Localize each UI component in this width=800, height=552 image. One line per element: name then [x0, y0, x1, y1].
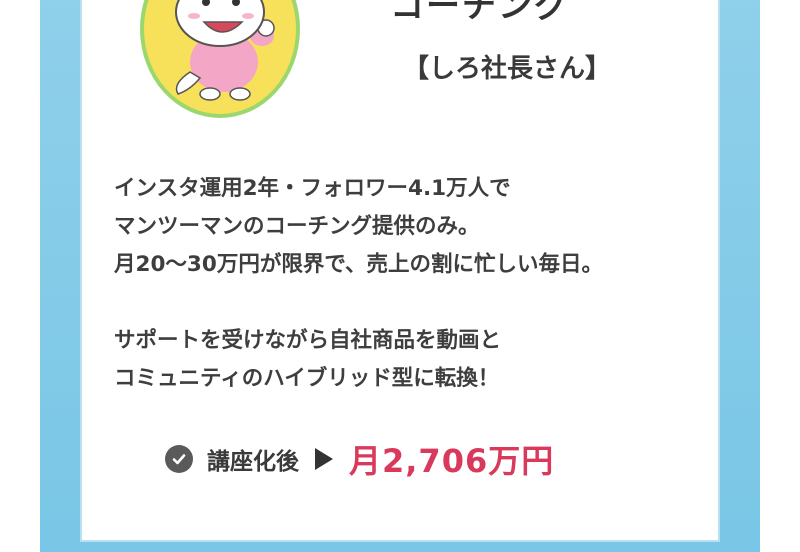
triangle-right-icon — [315, 448, 333, 470]
description-line: コミュニティのハイブリッド型に転換！ — [114, 366, 500, 391]
description-line: サポートを受けながら自社商品を動画と — [114, 328, 502, 353]
case-description: インスタ運用2年・フォロワー4.1万人で マンツーマンのコーチング提供のみ。 月… — [114, 170, 714, 398]
description-line: インスタ運用2年・フォロワー4.1万人で — [114, 176, 511, 201]
result-label: 講座化後 — [207, 449, 299, 475]
client-name: 【しろ社長さん】 — [403, 54, 612, 84]
result-row: 講座化後 月2,706万円 — [165, 436, 554, 482]
description-line: マンツーマンのコーチング提供のみ。 — [114, 214, 480, 239]
page-title: コーチング — [390, 0, 570, 26]
description-line: 月20〜30万円が限界で、売上の割に忙しい毎日。 — [114, 252, 603, 277]
check-circle-icon — [165, 445, 193, 473]
result-value: 月2,706万円 — [349, 442, 555, 480]
